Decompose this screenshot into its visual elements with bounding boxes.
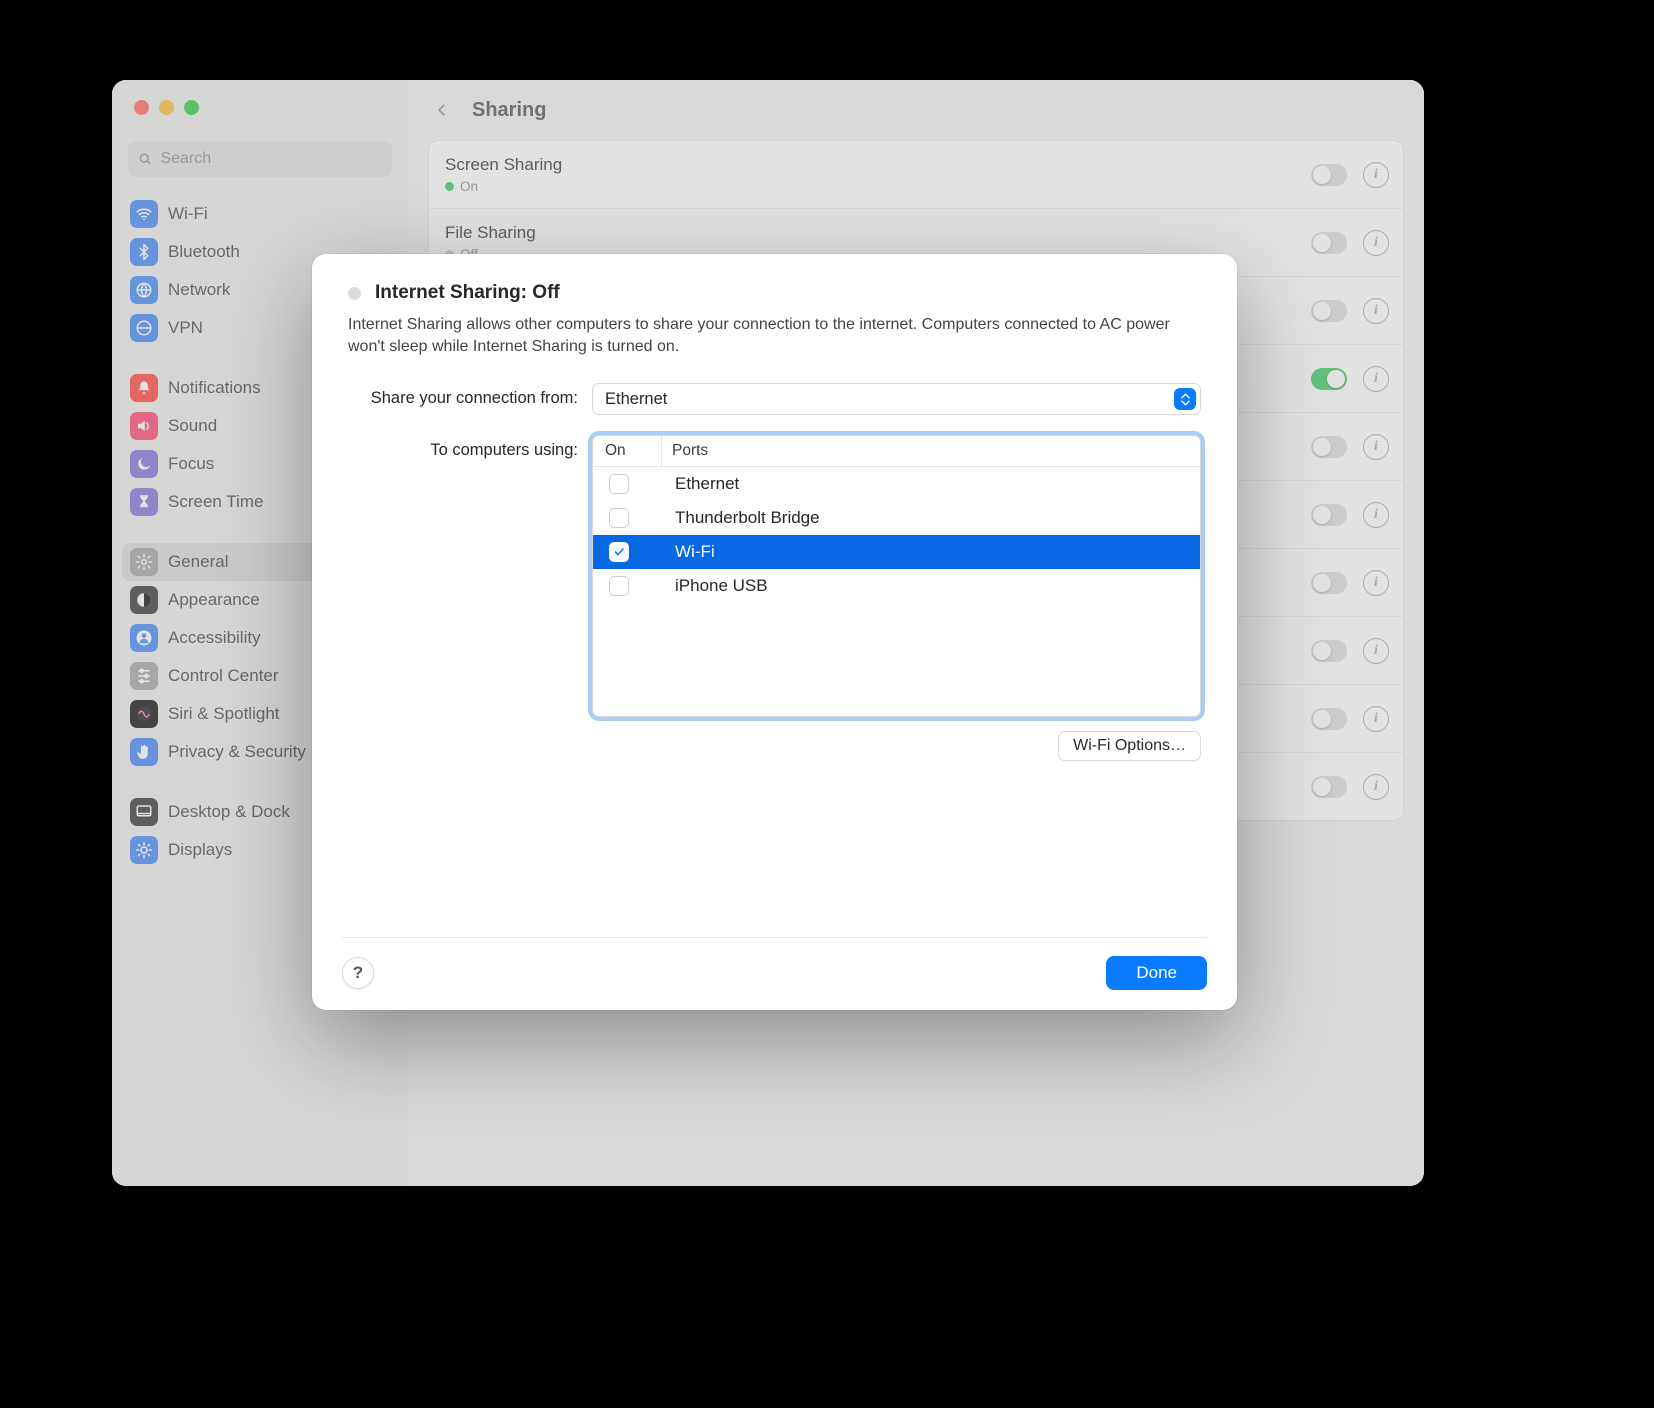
column-on-header: On [593,436,662,466]
port-row[interactable]: Thunderbolt Bridge [593,501,1200,535]
port-checkbox[interactable] [609,576,629,596]
port-row[interactable]: Wi-Fi [593,535,1200,569]
wifi-options-button[interactable]: Wi-Fi Options… [1058,731,1201,761]
port-name: Wi-Fi [665,542,1200,562]
port-row[interactable]: iPhone USB [593,569,1200,603]
to-computers-using-label: To computers using: [348,435,578,460]
status-dot-off-icon [348,287,361,300]
internet-sharing-sheet: Internet Sharing: Off Internet Sharing a… [312,254,1237,1010]
select-arrows-icon [1174,388,1196,410]
help-button[interactable]: ? [342,957,374,989]
port-name: Thunderbolt Bridge [665,508,1200,528]
column-ports-header: Ports [662,436,1200,466]
port-row[interactable]: Ethernet [593,467,1200,501]
port-name: Ethernet [665,474,1200,494]
port-checkbox[interactable] [609,474,629,494]
share-from-value: Ethernet [605,390,667,409]
ports-table-header: On Ports [593,436,1200,467]
port-checkbox[interactable] [609,508,629,528]
share-from-select[interactable]: Ethernet [592,383,1201,415]
ports-table[interactable]: On Ports Ethernet Thunderbolt Bridge Wi-Fi… [592,435,1201,717]
sheet-title: Internet Sharing: Off [375,282,560,304]
share-from-label: Share your connection from: [348,383,578,408]
port-checkbox[interactable] [609,542,629,562]
done-button[interactable]: Done [1106,956,1207,990]
sheet-description: Internet Sharing allows other computers … [342,304,1207,379]
port-name: iPhone USB [665,576,1200,596]
